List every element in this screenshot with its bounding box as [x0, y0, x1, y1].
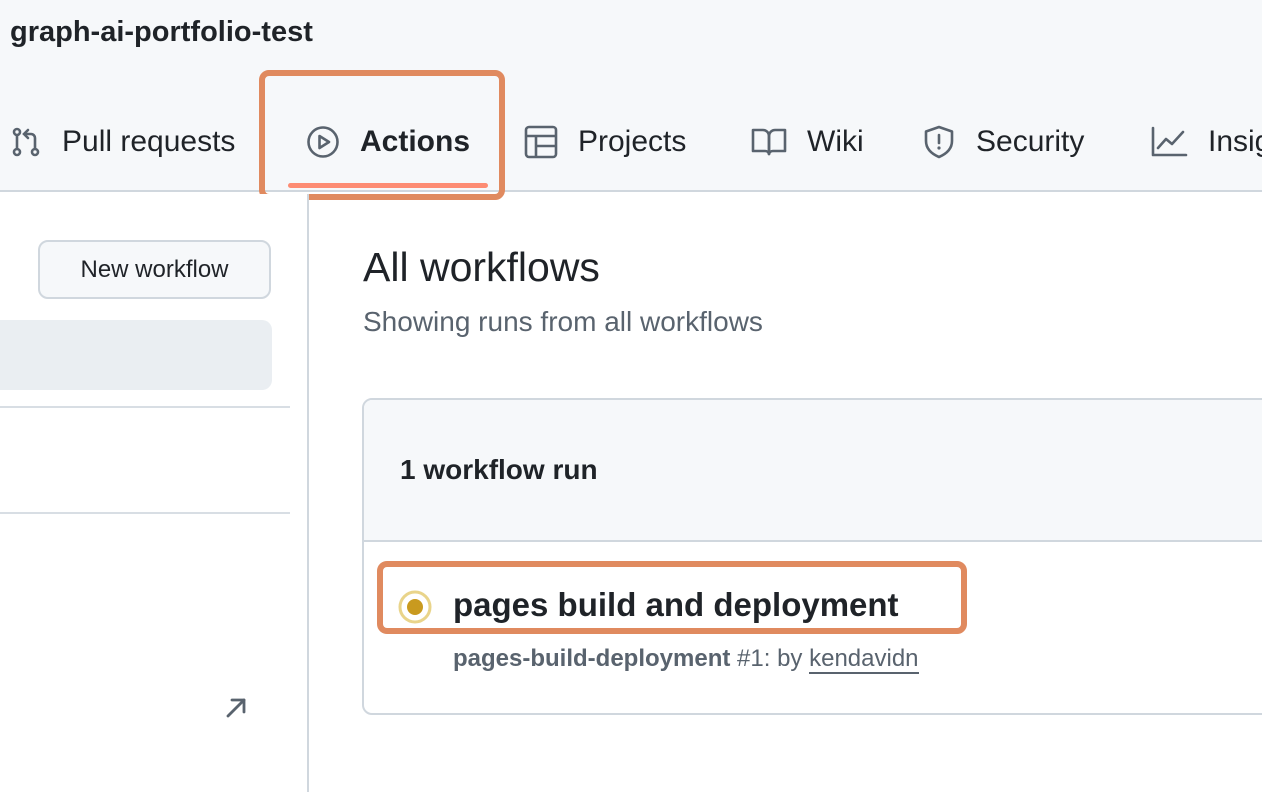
run-workflow-name: pages-build-deployment — [453, 645, 731, 672]
main-content: All workflows Showing runs from all work… — [309, 194, 1262, 792]
tab-label: Actions — [360, 125, 471, 158]
active-tab-underline — [288, 183, 488, 188]
repo-tabs: Pull requests Actions Projects Wiki Secu… — [0, 112, 1262, 172]
tab-label: Pull requests — [62, 125, 236, 158]
status-in-progress-icon — [398, 590, 432, 624]
tab-wiki[interactable]: Wiki — [751, 112, 864, 172]
page-title: All workflows — [363, 244, 600, 290]
workflows-sidebar: New workflow — [0, 194, 309, 792]
github-actions-page: graph-ai-portfolio-test Pull requests Ac… — [0, 0, 1262, 792]
tab-actions[interactable]: Actions — [306, 112, 470, 172]
runs-count: 1 workflow run — [400, 454, 598, 485]
run-by-text: : by — [763, 645, 803, 672]
tab-projects[interactable]: Projects — [524, 112, 686, 172]
run-title-link[interactable]: pages build and deployment — [453, 586, 899, 624]
repo-title[interactable]: graph-ai-portfolio-test — [10, 16, 313, 49]
tab-label: Projects — [578, 125, 687, 158]
run-number: #1 — [737, 645, 764, 672]
tab-pull-requests[interactable]: Pull requests — [10, 112, 235, 172]
arrow-up-right-icon[interactable] — [224, 696, 248, 720]
run-actor-link[interactable]: kendavidn — [809, 645, 919, 674]
sidebar-item-all-workflows[interactable] — [0, 320, 272, 390]
table-icon — [524, 125, 558, 159]
shield-icon — [924, 125, 954, 159]
new-workflow-button[interactable]: New workflow — [38, 240, 271, 299]
book-icon — [751, 128, 787, 156]
table-row[interactable]: pages build and deployment pages-build-d… — [364, 544, 1262, 713]
tab-security[interactable]: Security — [922, 112, 1084, 172]
tab-label: Security — [976, 125, 1085, 158]
page-subtitle: Showing runs from all workflows — [363, 306, 763, 337]
tab-label: Wiki — [807, 125, 864, 158]
run-meta: pages-build-deployment #1: by kendavidn — [453, 645, 919, 674]
repo-header: graph-ai-portfolio-test Pull requests Ac… — [0, 0, 1262, 192]
sidebar-divider — [0, 406, 290, 408]
workflow-runs-list: 1 workflow run pages build and deploymen… — [362, 398, 1262, 715]
sidebar-divider — [0, 512, 290, 514]
tab-insights[interactable]: Insig — [1150, 112, 1262, 172]
tab-label: Insig — [1208, 125, 1262, 158]
runs-list-header: 1 workflow run — [364, 400, 1262, 542]
play-icon — [307, 126, 339, 158]
git-pull-request-icon — [12, 127, 40, 157]
graph-icon — [1151, 126, 1188, 157]
